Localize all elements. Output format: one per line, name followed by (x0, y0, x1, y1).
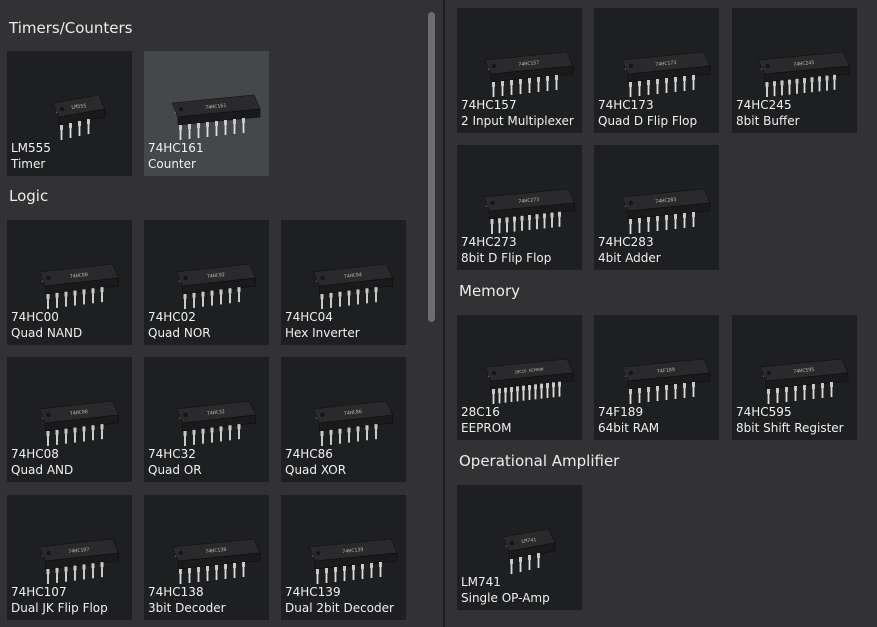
component-list-right: 74HC157 74HC157 2 Input Multiplexer 74HC1… (445, 0, 877, 627)
component-tile-74hc00[interactable]: 74HC00 74HC00 Quad NAND (7, 220, 132, 345)
component-description: 8bit D Flip Flop (461, 251, 552, 265)
component-description: 8bit Shift Register (736, 421, 844, 435)
component-tile-74hc86[interactable]: 74HC86 74HC86 Quad XOR (281, 357, 406, 482)
component-name: 74F189 (598, 405, 644, 419)
section-title-logic: Logic (9, 187, 49, 205)
component-tile-74hc139[interactable]: 74HC139 74HC139 Dual 2bit Decoder (281, 495, 406, 620)
component-name: 28C16 (461, 405, 500, 419)
component-description: 4bit Adder (598, 251, 661, 265)
component-description: 3bit Decoder (148, 601, 226, 615)
component-tile-lm741[interactable]: LM741 LM741 Single OP-Amp (457, 485, 582, 610)
component-description: EEPROM (461, 421, 512, 435)
component-tile-lm555[interactable]: LM555 LM555 Timer (7, 51, 132, 176)
component-description: Quad AND (11, 463, 74, 477)
component-tile-74hc04[interactable]: 74HC04 74HC04 Hex Inverter (281, 220, 406, 345)
component-name: 74HC86 (285, 447, 333, 461)
component-tile-74hc273[interactable]: 74HC273 74HC273 8bit D Flip Flop (457, 145, 582, 270)
component-name: 74HC04 (285, 310, 333, 324)
component-tile-74hc32[interactable]: 74HC32 74HC32 Quad OR (144, 357, 269, 482)
component-name: 74HC173 (598, 98, 654, 112)
component-tile-74hc173[interactable]: 74HC173 74HC173 Quad D Flip Flop (594, 8, 719, 133)
component-description: Quad XOR (285, 463, 347, 477)
section-title-operational-amplifier: Operational Amplifier (459, 452, 620, 470)
component-name: 74HC161 (148, 141, 204, 155)
component-name: 74HC107 (11, 585, 67, 599)
component-description: 64bit RAM (598, 421, 660, 435)
component-tile-74hc161[interactable]: 74HC161 74HC161 Counter (144, 51, 269, 176)
component-description: 2 Input Multiplexer (461, 114, 574, 128)
component-description: Quad D Flip Flop (598, 114, 698, 128)
component-tile-28c16[interactable]: 28C16 EEPROM 28C16 EEPROM (457, 315, 582, 440)
scrollbar-thumb[interactable] (428, 12, 435, 322)
component-description: Quad NAND (11, 326, 83, 340)
component-name: 74HC138 (148, 585, 204, 599)
component-name: LM555 (11, 141, 51, 155)
component-name: 74HC08 (11, 447, 59, 461)
component-name: 74HC283 (598, 235, 654, 249)
component-tile-74hc107[interactable]: 74HC107 74HC107 Dual JK Flip Flop (7, 495, 132, 620)
component-description: 8bit Buffer (736, 114, 800, 128)
component-tile-74hc138[interactable]: 74HC138 74HC138 3bit Decoder (144, 495, 269, 620)
component-name: 74HC595 (736, 405, 792, 419)
section-title-timers-counters: Timers/Counters (9, 19, 133, 37)
component-name: 74HC273 (461, 235, 517, 249)
component-description: Dual JK Flip Flop (11, 601, 108, 615)
component-name: 74HC32 (148, 447, 196, 461)
component-tile-74hc595[interactable]: 74HC595 74HC595 8bit Shift Register (732, 315, 857, 440)
component-name: 74HC02 (148, 310, 196, 324)
component-description: Hex Inverter (285, 326, 360, 340)
component-description: Quad NOR (148, 326, 211, 340)
component-tile-74hc08[interactable]: 74HC08 74HC08 Quad AND (7, 357, 132, 482)
section-title-memory: Memory (459, 282, 521, 300)
component-tile-74hc283[interactable]: 74HC283 74HC283 4bit Adder (594, 145, 719, 270)
component-tile-74hc02[interactable]: 74HC02 74HC02 Quad NOR (144, 220, 269, 345)
component-list-left: Timers/Counters LM555 LM555 Timer 74HC161… (0, 0, 443, 627)
component-description: Counter (148, 157, 196, 171)
component-description: Single OP-Amp (461, 591, 550, 605)
component-description: Timer (11, 157, 46, 171)
component-tile-74hc245[interactable]: 74HC245 74HC245 8bit Buffer (732, 8, 857, 133)
component-description: Quad OR (148, 463, 202, 477)
component-name: 74HC139 (285, 585, 341, 599)
component-name: 74HC00 (11, 310, 59, 324)
component-tile-74hc157[interactable]: 74HC157 74HC157 2 Input Multiplexer (457, 8, 582, 133)
component-name: 74HC157 (461, 98, 517, 112)
component-name: 74HC245 (736, 98, 792, 112)
component-tile-74f189[interactable]: 74F189 74F189 64bit RAM (594, 315, 719, 440)
component-description: Dual 2bit Decoder (285, 601, 394, 615)
component-name: LM741 (461, 575, 501, 589)
